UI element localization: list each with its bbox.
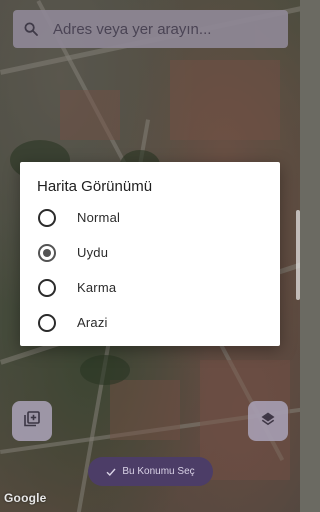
map-type-option-arazi[interactable]: Arazi	[20, 305, 280, 340]
radio-button[interactable]	[38, 208, 56, 227]
map-type-dialog: Harita Görünümü Normal Uydu Karma Arazi	[20, 162, 280, 346]
search-icon[interactable]	[13, 10, 49, 48]
edge-scroll-handle[interactable]	[296, 210, 300, 300]
confirm-location-button[interactable]: Bu Konumu Seç	[88, 457, 213, 486]
option-label: Karma	[77, 280, 117, 295]
option-label: Arazi	[77, 315, 108, 330]
map-type-option-uydu[interactable]: Uydu	[20, 235, 280, 270]
google-attribution: Google	[4, 491, 47, 505]
search-bar[interactable]	[13, 10, 288, 48]
radio-selected-dot	[43, 248, 51, 257]
search-input[interactable]	[49, 20, 288, 38]
radio-button[interactable]	[38, 313, 56, 332]
map-layers-button[interactable]	[248, 401, 288, 441]
confirm-location-label: Bu Konumu Seç	[122, 466, 195, 477]
add-photo-icon	[24, 410, 40, 432]
dialog-title: Harita Görünümü	[37, 178, 153, 195]
add-photo-button[interactable]	[12, 401, 52, 441]
map-type-option-karma[interactable]: Karma	[20, 270, 280, 305]
radio-button[interactable]	[38, 278, 56, 297]
map-type-option-normal[interactable]: Normal	[20, 200, 280, 235]
check-icon	[106, 467, 116, 477]
radio-button-selected[interactable]	[38, 243, 56, 262]
layers-icon	[260, 411, 276, 432]
option-label: Uydu	[77, 245, 109, 260]
option-label: Normal	[77, 210, 121, 225]
